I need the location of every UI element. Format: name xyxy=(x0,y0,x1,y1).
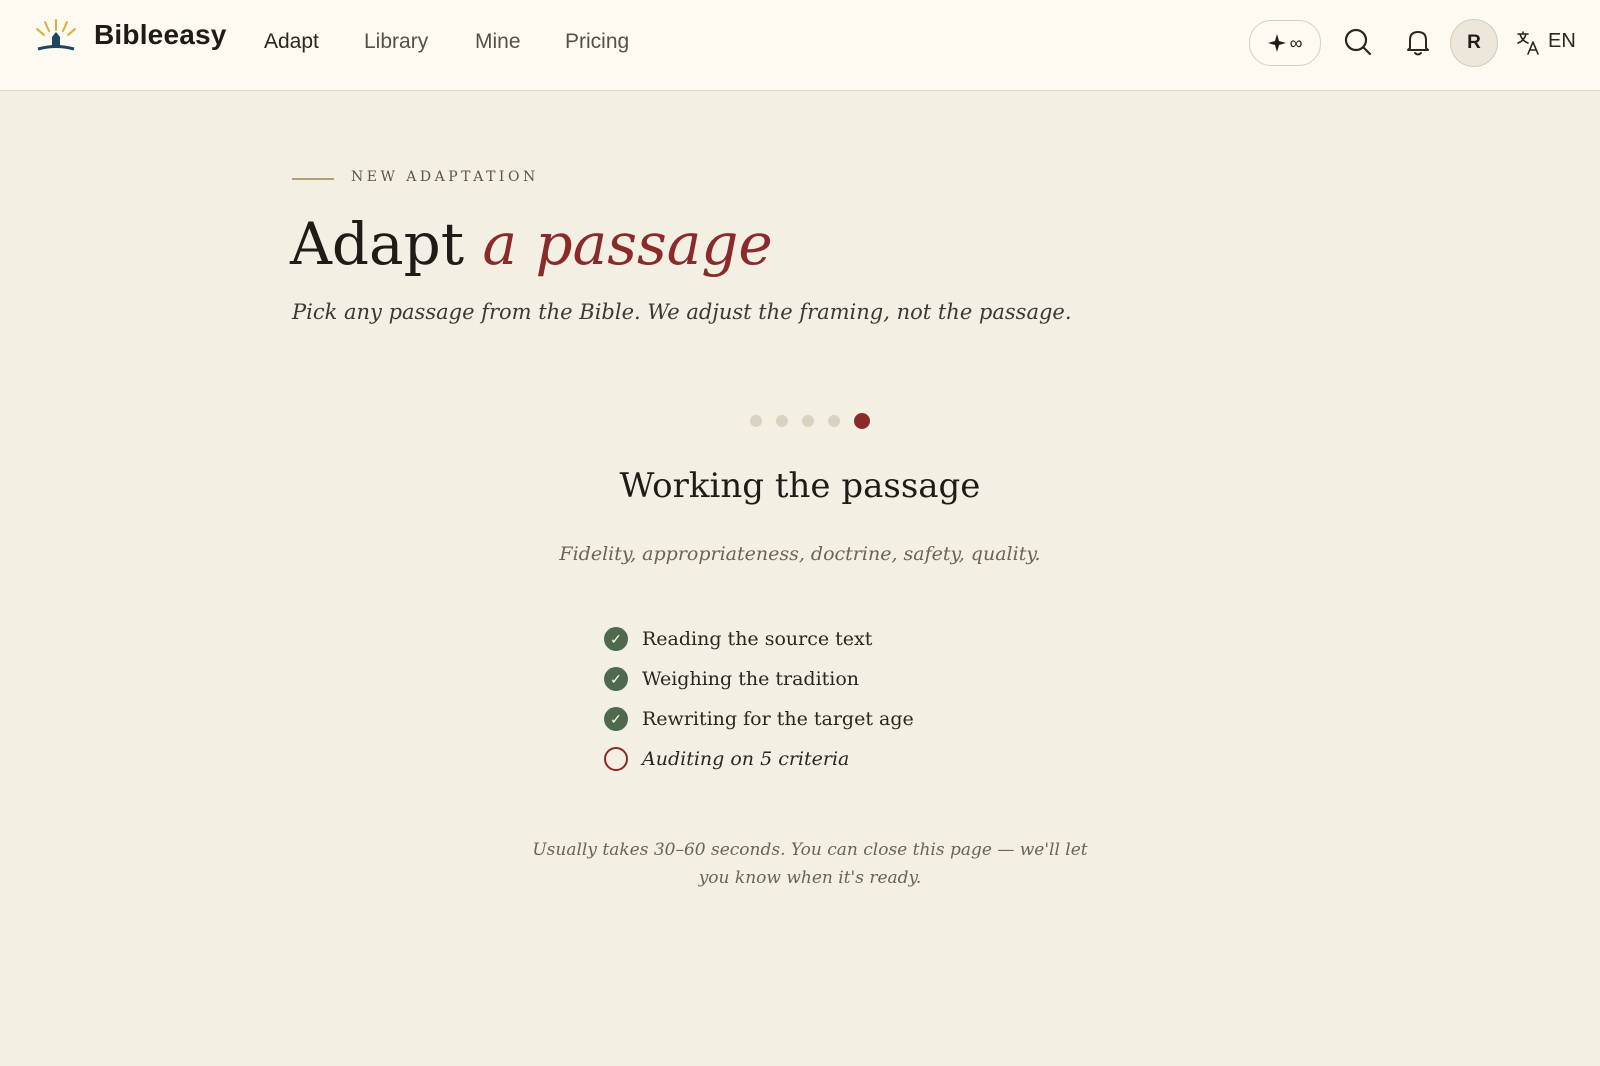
page-title: Adapt a passage xyxy=(290,210,773,278)
nav-adapt[interactable]: Adapt xyxy=(264,30,319,54)
checklist-item-label: Weighing the tradition xyxy=(642,668,860,690)
progress-dot xyxy=(776,415,788,427)
nav-pricing[interactable]: Pricing xyxy=(565,30,629,54)
page-title-accent: a passage xyxy=(482,210,773,278)
nav-library[interactable]: Library xyxy=(364,30,428,54)
checklist-item: ✓ Reading the source text xyxy=(604,619,914,659)
page-title-plain: Adapt xyxy=(290,210,465,278)
logo-icon[interactable] xyxy=(34,18,78,54)
avatar[interactable]: R xyxy=(1450,19,1498,67)
top-navigation-bar: Bibleeasy Adapt Library Mine Pricing ∞ R… xyxy=(0,0,1600,91)
progress-checklist: ✓ Reading the source text ✓ Weighing the… xyxy=(604,619,914,779)
brand-name[interactable]: Bibleeasy xyxy=(94,19,227,51)
pending-circle-icon xyxy=(604,747,628,771)
check-icon: ✓ xyxy=(604,667,628,691)
nav-mine[interactable]: Mine xyxy=(475,30,521,54)
search-icon[interactable] xyxy=(1342,26,1374,58)
wait-note: Usually takes 30–60 seconds. You can clo… xyxy=(532,840,1088,888)
progress-dot xyxy=(828,415,840,427)
language-selector[interactable]: EN xyxy=(1548,30,1576,53)
checklist-item-label: Auditing on 5 criteria xyxy=(642,748,850,770)
checklist-item-label: Reading the source text xyxy=(642,628,873,650)
sparkle-icon xyxy=(1267,34,1286,52)
checklist-item: Auditing on 5 criteria xyxy=(604,739,914,779)
progress-dot xyxy=(750,415,762,427)
progress-dot xyxy=(802,415,814,427)
step-subtitle: Fidelity, appropriateness, doctrine, saf… xyxy=(559,543,1041,565)
page-subtitle: Pick any passage from the Bible. We adju… xyxy=(292,300,1072,324)
checklist-item-label: Rewriting for the target age xyxy=(642,708,914,730)
step-title: Working the passage xyxy=(619,466,981,506)
step-progress-dots xyxy=(750,413,870,429)
checklist-item: ✓ Rewriting for the target age xyxy=(604,699,914,739)
translate-icon[interactable] xyxy=(1516,30,1540,56)
progress-dot-current xyxy=(854,413,870,429)
check-icon: ✓ xyxy=(604,707,628,731)
eyebrow-label: NEW ADAPTATION xyxy=(351,169,539,185)
eyebrow-divider xyxy=(292,178,334,180)
credits-button[interactable]: ∞ xyxy=(1249,20,1321,66)
check-icon: ✓ xyxy=(604,627,628,651)
credits-value: ∞ xyxy=(1289,32,1303,53)
checklist-item: ✓ Weighing the tradition xyxy=(604,659,914,699)
bell-icon[interactable] xyxy=(1402,26,1434,58)
